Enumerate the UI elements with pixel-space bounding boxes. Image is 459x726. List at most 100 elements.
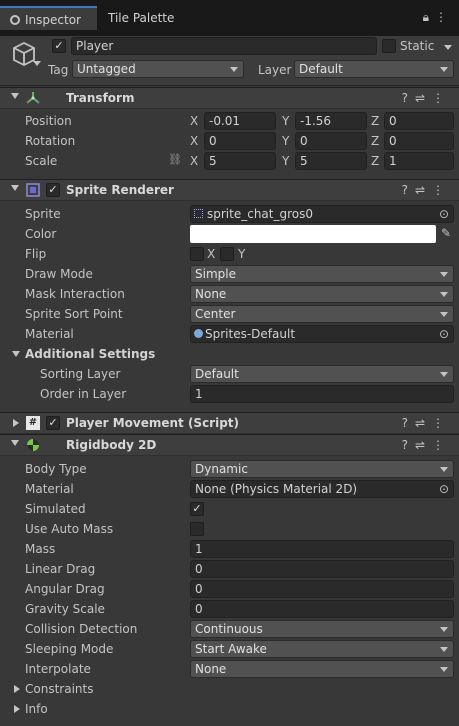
- axis-z-label[interactable]: Z: [371, 154, 379, 168]
- order-in-layer-field[interactable]: 1: [190, 385, 454, 403]
- tab-inspector[interactable]: Inspector: [0, 6, 97, 30]
- foldout-arrow-icon[interactable]: [11, 93, 19, 99]
- rotation-z-field[interactable]: 0: [384, 132, 454, 150]
- preset-icon[interactable]: ⇌: [415, 438, 432, 452]
- more-options-icon[interactable]: ⋮: [435, 10, 453, 24]
- linear-drag-row: Linear Drag 0: [0, 559, 459, 579]
- scale-x-field[interactable]: 5: [204, 152, 276, 170]
- sprite-renderer-header[interactable]: ✓ Sprite Renderer ?⇌⋮: [0, 179, 459, 201]
- player-movement-enabled-checkbox[interactable]: ✓: [46, 416, 60, 430]
- preset-icon[interactable]: ⇌: [415, 416, 432, 430]
- name-field[interactable]: Player: [71, 37, 377, 55]
- position-y-field[interactable]: -1.56: [295, 112, 367, 130]
- chevron-down-icon: [440, 312, 448, 317]
- transform-header[interactable]: Transform ?⇌⋮: [0, 87, 459, 109]
- mass-field[interactable]: 1: [190, 540, 454, 558]
- more-options-icon[interactable]: ⋮: [432, 416, 451, 430]
- more-options-icon[interactable]: ⋮: [432, 438, 451, 452]
- axis-y-label[interactable]: Y: [282, 114, 289, 128]
- simulated-row: Simulated ✓: [0, 499, 459, 519]
- sprite-object-field[interactable]: sprite_chat_gros0 ⊙: [190, 205, 454, 223]
- axis-z-label[interactable]: Z: [371, 134, 379, 148]
- tab-bar: Inspector Tile Palette 🔒︎⋮: [0, 0, 459, 36]
- tag-label: Tag: [48, 63, 69, 77]
- position-z-field[interactable]: 0: [384, 112, 454, 130]
- tab-tile-palette[interactable]: Tile Palette: [104, 6, 214, 30]
- sprite-asset-icon: [194, 209, 203, 218]
- axis-y-label[interactable]: Y: [282, 134, 289, 148]
- foldout-arrow-icon[interactable]: [14, 705, 20, 713]
- tab-inspector-label: Inspector: [25, 13, 81, 27]
- axis-x-label[interactable]: X: [190, 114, 198, 128]
- angular-drag-field[interactable]: 0: [190, 580, 454, 598]
- additional-settings-row[interactable]: Additional Settings: [0, 344, 459, 364]
- rotation-x-field[interactable]: 0: [204, 132, 276, 150]
- preset-icon[interactable]: ⇌: [415, 183, 432, 197]
- order-in-layer-label: Order in Layer: [40, 387, 127, 401]
- eyedropper-icon[interactable]: ✎: [441, 226, 451, 240]
- sleeping-mode-value: Start Awake: [195, 642, 267, 656]
- color-swatch[interactable]: [190, 225, 436, 243]
- rotation-y-field[interactable]: 0: [295, 132, 367, 150]
- draw-mode-dropdown[interactable]: Simple: [190, 265, 454, 283]
- active-checkbox[interactable]: ✓: [52, 39, 66, 53]
- component-actions: ?⇌⋮: [402, 438, 451, 452]
- icon-dropdown-arrow[interactable]: [33, 61, 41, 66]
- static-dropdown-arrow[interactable]: [444, 45, 452, 50]
- layer-dropdown[interactable]: Default: [294, 60, 454, 78]
- help-icon[interactable]: ?: [402, 91, 415, 105]
- flip-y-checkbox[interactable]: [220, 247, 234, 261]
- collision-detection-dropdown[interactable]: Continuous: [190, 620, 454, 638]
- foldout-arrow-icon[interactable]: [14, 685, 20, 693]
- scale-z-field[interactable]: 1: [384, 152, 454, 170]
- constrain-proportions-link-icon[interactable]: ⛓︎: [168, 153, 182, 166]
- sort-point-dropdown[interactable]: Center: [190, 305, 454, 323]
- more-options-icon[interactable]: ⋮: [432, 91, 451, 105]
- color-row: Color ✎: [0, 224, 459, 244]
- help-icon[interactable]: ?: [402, 183, 415, 197]
- lock-icon[interactable]: 🔒︎: [423, 10, 435, 24]
- sprite-renderer-title: Sprite Renderer: [66, 183, 174, 197]
- sprite-renderer-enabled-checkbox[interactable]: ✓: [46, 183, 60, 197]
- position-x-field[interactable]: -0.01: [204, 112, 276, 130]
- material-value: Sprites-Default: [205, 327, 296, 341]
- axis-y-label[interactable]: Y: [282, 154, 289, 168]
- component-actions: ?⇌⋮: [402, 91, 451, 105]
- scale-y-field[interactable]: 5: [295, 152, 367, 170]
- tag-dropdown[interactable]: Untagged: [72, 60, 244, 78]
- more-options-icon[interactable]: ⋮: [432, 183, 451, 197]
- flip-x-checkbox[interactable]: [190, 247, 204, 261]
- rigidbody-2d-header[interactable]: Rigidbody 2D ?⇌⋮: [0, 434, 459, 456]
- sleeping-mode-dropdown[interactable]: Start Awake: [190, 640, 454, 658]
- interpolate-dropdown[interactable]: None: [190, 660, 454, 678]
- constraints-row[interactable]: Constraints: [0, 679, 459, 699]
- material-object-field[interactable]: Sprites-Default ⊙: [190, 325, 454, 343]
- foldout-arrow-icon[interactable]: [13, 419, 19, 427]
- info-row[interactable]: Info: [0, 699, 459, 719]
- rb-material-object-field[interactable]: None (Physics Material 2D) ⊙: [190, 480, 454, 498]
- material-row: Material Sprites-Default ⊙: [0, 324, 459, 344]
- collision-detection-row: Collision Detection Continuous: [0, 619, 459, 639]
- mask-interaction-dropdown[interactable]: None: [190, 285, 454, 303]
- body-type-dropdown[interactable]: Dynamic: [190, 460, 454, 478]
- chevron-down-icon: [440, 627, 448, 632]
- object-picker-icon[interactable]: ⊙: [439, 206, 449, 222]
- foldout-arrow-icon[interactable]: [11, 185, 19, 191]
- sorting-layer-dropdown[interactable]: Default: [190, 365, 454, 383]
- linear-drag-field[interactable]: 0: [190, 560, 454, 578]
- preset-icon[interactable]: ⇌: [415, 91, 432, 105]
- simulated-checkbox[interactable]: ✓: [190, 502, 204, 516]
- auto-mass-checkbox[interactable]: [190, 522, 204, 536]
- object-picker-icon[interactable]: ⊙: [439, 326, 449, 342]
- foldout-arrow-icon[interactable]: [12, 351, 20, 357]
- player-movement-header[interactable]: # ✓ Player Movement (Script) ?⇌⋮: [0, 412, 459, 434]
- object-picker-icon[interactable]: ⊙: [439, 481, 449, 497]
- help-icon[interactable]: ?: [402, 416, 415, 430]
- axis-x-label[interactable]: X: [190, 134, 198, 148]
- foldout-arrow-icon[interactable]: [11, 440, 19, 446]
- axis-x-label[interactable]: X: [190, 154, 198, 168]
- static-checkbox[interactable]: [382, 39, 396, 53]
- help-icon[interactable]: ?: [402, 438, 415, 452]
- gravity-scale-field[interactable]: 0: [190, 600, 454, 618]
- axis-z-label[interactable]: Z: [371, 114, 379, 128]
